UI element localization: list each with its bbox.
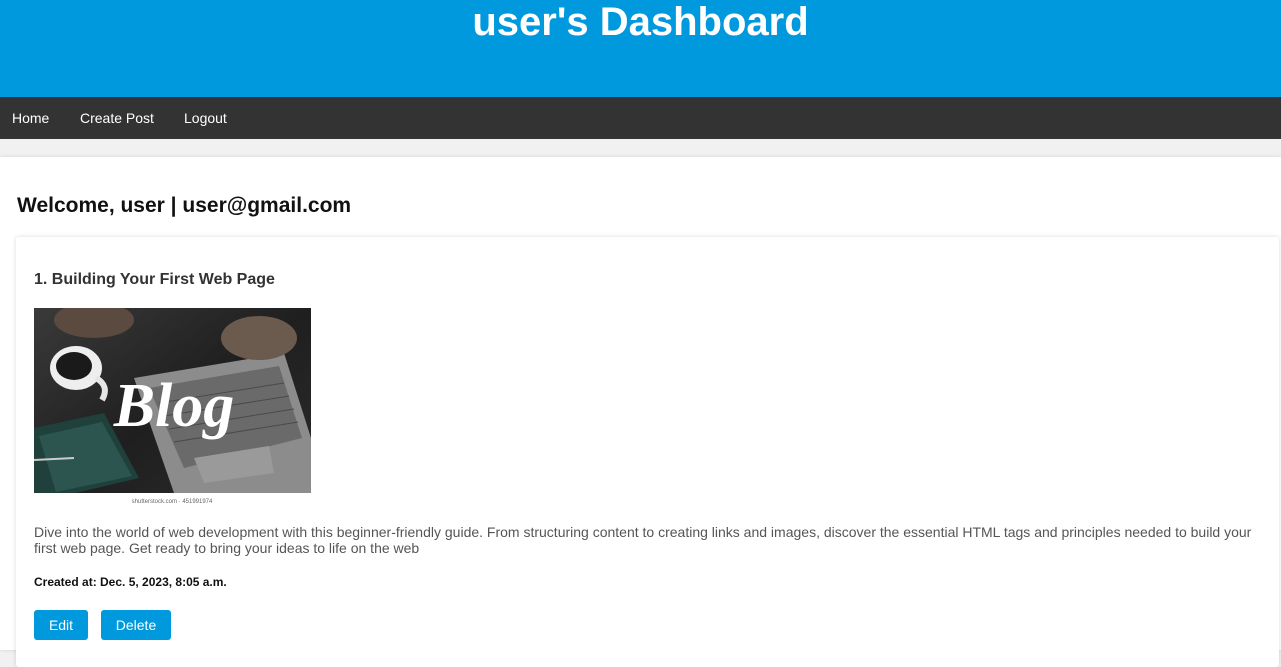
nav-bar: Home Create Post Logout <box>0 97 1281 139</box>
post-created-date: Created at: Dec. 5, 2023, 8:05 a.m. <box>34 575 227 589</box>
edit-button[interactable]: Edit <box>34 610 88 640</box>
delete-button[interactable]: Delete <box>101 610 171 640</box>
post-title: 1. Building Your First Web Page <box>34 271 275 288</box>
nav-create-post-link[interactable]: Create Post <box>80 97 154 139</box>
main-content: Welcome, user | user@gmail.com 1. Buildi… <box>0 157 1281 667</box>
post-image: shutterstock.com · 451991974 Blog <box>34 308 311 507</box>
site-header: user's Dashboard <box>0 0 1281 97</box>
svg-text:Blog: Blog <box>113 372 235 440</box>
post-body: Dive into the world of web development w… <box>34 524 1252 556</box>
svg-text:shutterstock.com · 451991974: shutterstock.com · 451991974 <box>132 499 213 505</box>
post-card: 1. Building Your First Web Page shutters… <box>16 237 1279 667</box>
nav-logout-link[interactable]: Logout <box>184 97 227 139</box>
nav-home-link[interactable]: Home <box>12 97 49 139</box>
welcome-heading: Welcome, user | user@gmail.com <box>17 194 352 217</box>
page-title: user's Dashboard <box>472 0 809 44</box>
